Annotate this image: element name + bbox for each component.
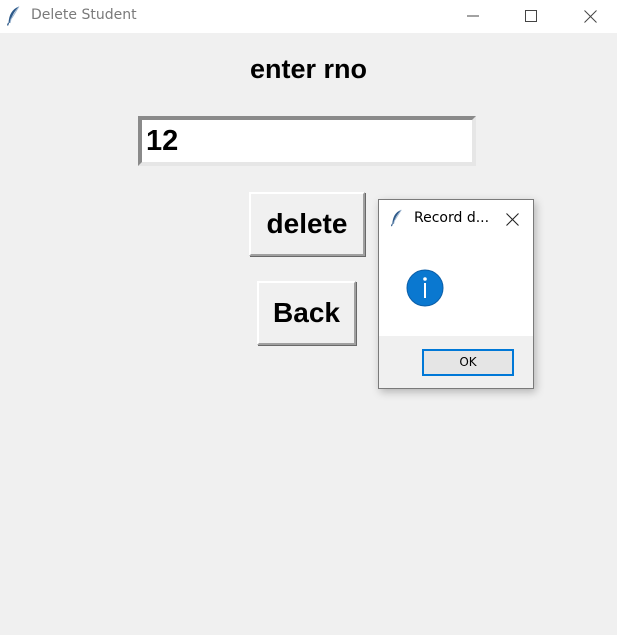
minimize-icon — [467, 15, 479, 17]
window-title: Delete Student — [31, 7, 137, 23]
message-dialog: Record d... OK — [378, 199, 534, 389]
close-icon — [506, 213, 519, 226]
dialog-titlebar: Record d... — [379, 200, 533, 236]
dialog-body — [379, 236, 533, 336]
maximize-icon — [525, 10, 537, 22]
page-heading: enter rno — [249, 54, 368, 84]
close-icon — [584, 10, 597, 23]
dialog-footer: OK — [379, 336, 533, 388]
feather-icon — [391, 209, 402, 227]
window-titlebar: Delete Student — [0, 0, 617, 33]
rno-input[interactable] — [138, 116, 476, 166]
dialog-title: Record d... — [414, 210, 490, 226]
feather-icon — [7, 6, 20, 26]
back-button[interactable]: Back — [257, 281, 356, 345]
maximize-button[interactable] — [508, 0, 554, 33]
minimize-button[interactable] — [450, 0, 496, 33]
delete-button[interactable]: delete — [249, 192, 365, 256]
info-icon — [406, 269, 444, 307]
close-button[interactable] — [567, 0, 613, 33]
ok-button[interactable]: OK — [422, 349, 514, 376]
dialog-close-button[interactable] — [499, 206, 525, 232]
